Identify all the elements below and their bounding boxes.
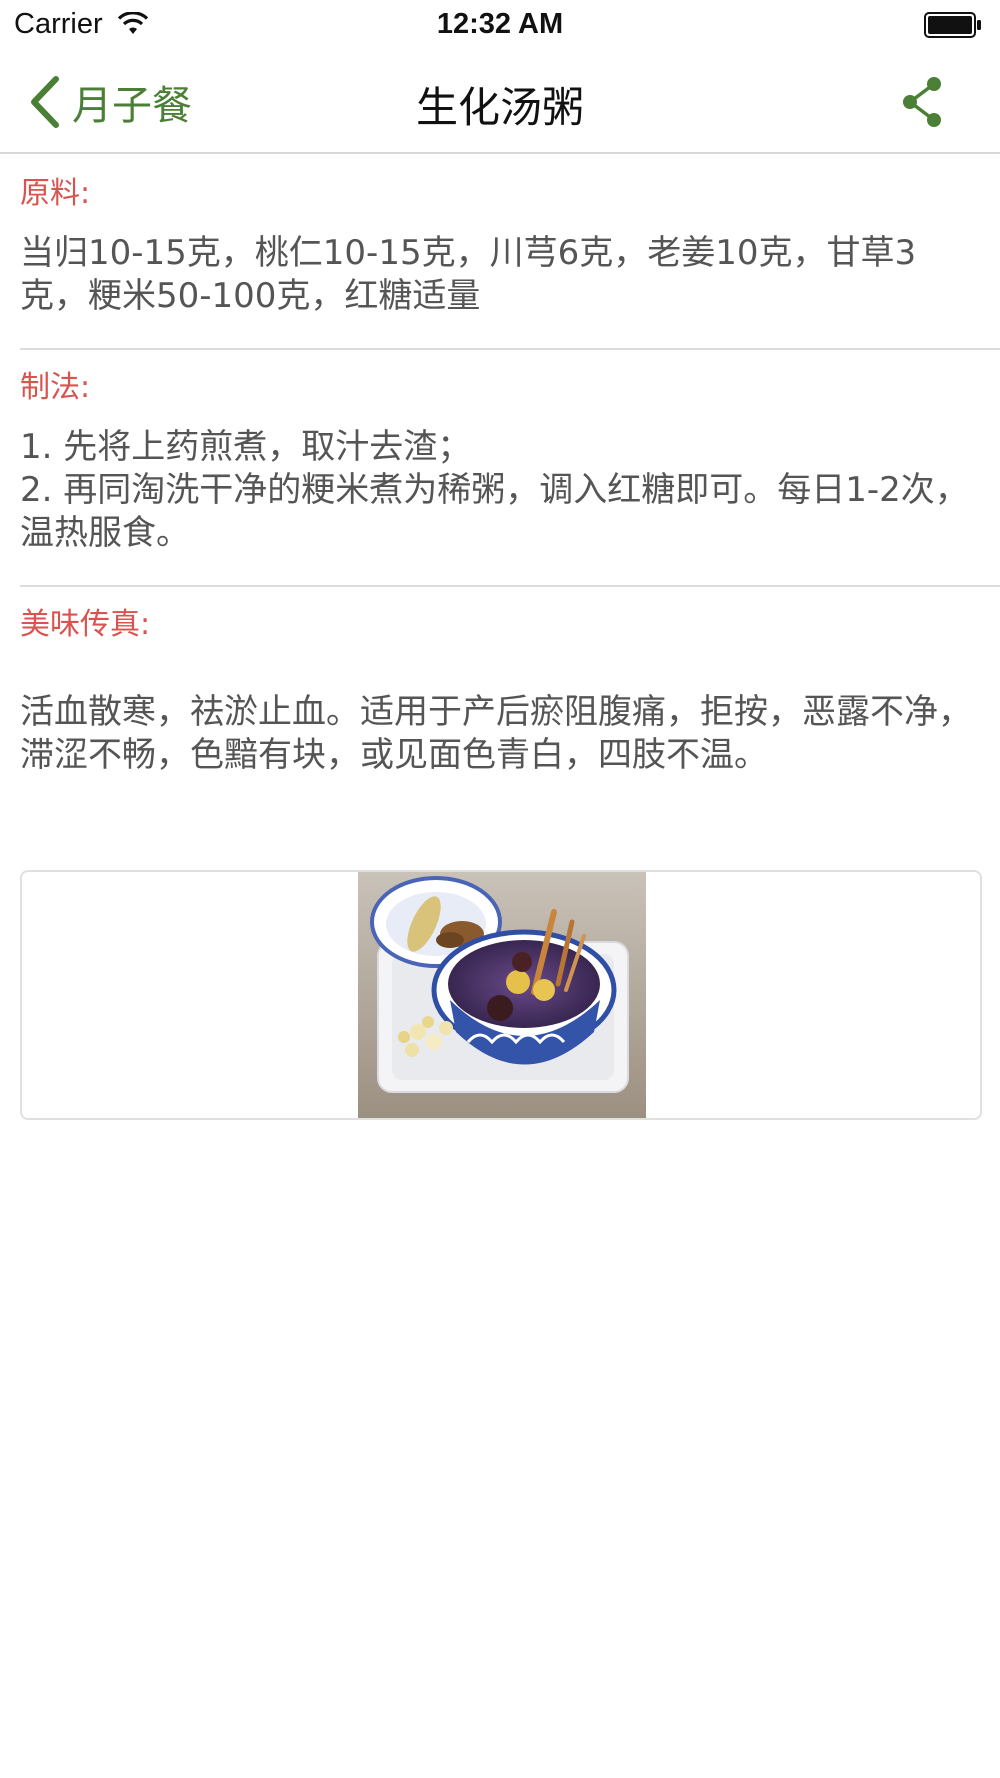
section-body: 当归10-15克，桃仁10-15克，川芎6克，老姜10克，甘草3克，粳米50-1… <box>20 233 917 316</box>
dish-image-card <box>20 870 982 1120</box>
section-label: 制法: <box>20 370 91 405</box>
section-body: 1. 先将上药煎煮，取汁去渣； 2. 再同淘洗干净的粳米煮为稀粥，调入红糖即可。… <box>20 427 969 553</box>
benefits-section: 美味传真: 活血散寒，祛淤止血。适用于产后瘀阻腹痛，拒按，恶露不净，滞涩不畅，色… <box>20 587 1000 807</box>
dish-photo <box>358 872 646 1118</box>
ingredients-section: 原料: 当归10-15克，桃仁10-15克，川芎6克，老姜10克，甘草3克，粳米… <box>20 156 1000 350</box>
status-bar: Carrier 12:32 AM <box>0 0 1000 50</box>
section-label: 原料: <box>20 176 91 211</box>
page-title: 生化汤粥 <box>415 83 584 132</box>
method-section: 制法: 1. 先将上药煎煮，取汁去渣； 2. 再同淘洗干净的粳米煮为稀粥，调入红… <box>20 350 1000 587</box>
navigation-bar: 月子餐 生化汤粥 <box>0 50 1000 154</box>
section-body: 活血散寒，祛淤止血。适用于产后瘀阻腹痛，拒按，恶露不净，滞涩不畅，色黯有块，或见… <box>20 692 972 775</box>
section-label: 美味传真: <box>20 607 151 642</box>
status-time: 12:32 AM <box>436 8 564 40</box>
recipe-content: 原料: 当归10-15克，桃仁10-15克，川芎6克，老姜10克，甘草3克，粳米… <box>20 156 1000 807</box>
share-icon[interactable] <box>898 74 948 130</box>
battery-icon <box>924 12 981 38</box>
